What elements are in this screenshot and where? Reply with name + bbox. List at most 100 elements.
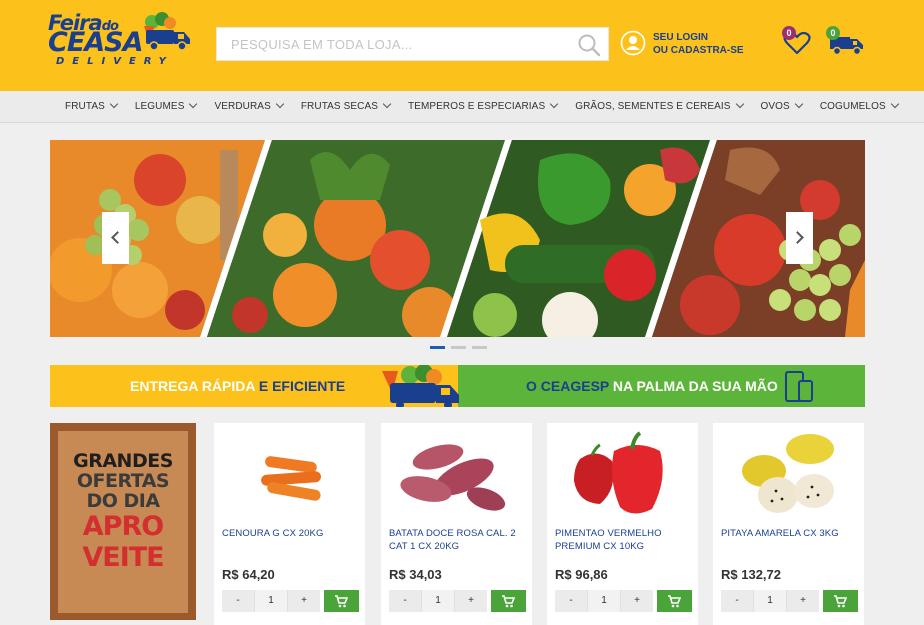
offers-line-grandes: GRANDES <box>73 450 173 472</box>
product-card[interactable]: PITAYA AMARELA CX 3KG R$ 132,72 - 1 + <box>713 423 864 625</box>
product-price: R$ 132,72 <box>721 567 781 582</box>
quantity-field[interactable]: 1 <box>753 590 787 612</box>
search-icon[interactable] <box>576 32 602 58</box>
decrease-quantity-button[interactable]: - <box>222 590 254 612</box>
nav-label: OVOS <box>760 101 790 112</box>
search-input[interactable] <box>217 28 567 60</box>
chevron-down-icon <box>549 99 559 109</box>
quantity-stepper: - 1 + <box>222 590 324 612</box>
user-icon <box>620 30 646 56</box>
product-name[interactable]: PITAYA AMARELA CX 3KG <box>721 527 861 540</box>
nav-item-verduras[interactable]: VERDURAS <box>205 91 291 123</box>
nav-label: COGUMELOS <box>819 101 886 112</box>
promo-right-text: O CEAGESP NA PALMA DA SUA MÃO <box>526 378 778 394</box>
hero-produce-image <box>50 140 865 337</box>
login-link[interactable]: SEU LOGIN OU CADASTRA-SE <box>620 29 750 59</box>
product-card[interactable]: BATATA DOCE ROSA CAL. 2 CAT 1 CX 20KG R$… <box>381 423 532 625</box>
cart-icon <box>668 595 681 608</box>
login-line2: OU CADASTRA-SE <box>653 45 744 56</box>
nav-item-temperos[interactable]: TEMPEROS E ESPECIARIAS <box>399 91 566 123</box>
quantity-field[interactable]: 1 <box>587 590 621 612</box>
promo-text-ceagesp: O CEAGESP <box>526 378 609 394</box>
login-text: SEU LOGIN OU CADASTRA-SE <box>653 31 744 57</box>
nav-label: GRÃOS, SEMENTES E CEREAIS <box>575 101 731 112</box>
product-image-sweet-potato <box>400 444 506 511</box>
cart-icon <box>834 595 847 608</box>
chevron-down-icon <box>275 99 285 109</box>
carousel-indicators <box>430 346 487 350</box>
increase-quantity-button[interactable]: + <box>621 590 653 612</box>
nav-item-graos[interactable]: GRÃOS, SEMENTES E CEREAIS <box>566 91 751 123</box>
product-name[interactable]: BATATA DOCE ROSA CAL. 2 CAT 1 CX 20KG <box>389 527 529 553</box>
quantity-stepper: - 1 + <box>721 590 823 612</box>
nav-label: VERDURAS <box>214 101 271 112</box>
decrease-quantity-button[interactable]: - <box>721 590 753 612</box>
site-header: Feirado CEASA DELIVERY SEU LOGIN <box>0 0 924 91</box>
nav-item-legumes[interactable]: LEGUMES <box>126 91 206 123</box>
chevron-down-icon <box>109 99 119 109</box>
product-price: R$ 64,20 <box>222 567 275 582</box>
daily-offers-banner[interactable]: GRANDES OFERTAS DO DIA APRO VEITE <box>50 423 196 620</box>
decrease-quantity-button[interactable]: - <box>555 590 587 612</box>
brand-logo[interactable]: Feirado CEASA DELIVERY <box>48 12 198 68</box>
nav-item-frutas[interactable]: FRUTAS <box>56 91 126 123</box>
offers-text: GRANDES OFERTAS DO DIA APRO VEITE <box>50 451 196 573</box>
product-card[interactable]: PIMENTAO VERMELHO PREMIUM CX 10KG R$ 96,… <box>547 423 698 625</box>
favorites-button[interactable]: 0 <box>782 26 812 56</box>
decrease-quantity-button[interactable]: - <box>389 590 421 612</box>
chevron-left-icon <box>111 231 124 244</box>
product-price: R$ 34,03 <box>389 567 442 582</box>
offers-line-dodia: DO DIA <box>86 490 160 512</box>
carousel-dot-3[interactable] <box>472 346 487 349</box>
add-to-cart-button[interactable] <box>324 590 359 612</box>
product-image-yellow-pitaya <box>742 434 834 513</box>
promo-text-palm: NA PALMA DA SUA MÃO <box>612 378 778 394</box>
product-name[interactable]: PIMENTAO VERMELHO PREMIUM CX 10KG <box>555 527 695 553</box>
logo-truck-icon <box>144 12 190 51</box>
carousel-prev-button[interactable] <box>102 212 129 264</box>
nav-item-frutas-secas[interactable]: FRUTAS SECAS <box>292 91 399 123</box>
quantity-stepper: - 1 + <box>555 590 657 612</box>
nav-item-cogumelos[interactable]: COGUMELOS <box>811 91 907 123</box>
chevron-down-icon <box>189 99 198 109</box>
chevron-down-icon <box>890 99 899 109</box>
chevron-right-icon <box>791 231 804 244</box>
quantity-stepper: - 1 + <box>389 590 491 612</box>
category-nav: FRUTAS LEGUMES VERDURAS FRUTAS SECAS TEM… <box>0 91 924 123</box>
add-to-cart-button[interactable] <box>823 590 858 612</box>
offers-line-veite: VEITE <box>82 542 164 573</box>
product-price: R$ 96,86 <box>555 567 608 582</box>
product-name[interactable]: CENOURA G CX 20KG <box>222 527 362 540</box>
chevron-down-icon <box>735 99 744 109</box>
nav-label: FRUTAS SECAS <box>300 101 378 112</box>
nav-label: FRUTAS <box>65 101 105 112</box>
carousel-dot-1[interactable] <box>430 346 445 349</box>
login-line1: SEU LOGIN <box>653 32 709 43</box>
nav-label: TEMPEROS E ESPECIARIAS <box>407 101 546 112</box>
product-card[interactable]: CENOURA G CX 20KG R$ 64,20 - 1 + <box>214 423 365 625</box>
mobile-phone-icon <box>785 371 813 402</box>
cart-icon <box>502 595 515 608</box>
carousel-next-button[interactable] <box>786 212 813 264</box>
quantity-field[interactable]: 1 <box>421 590 455 612</box>
offers-line-ofertas: OFERTAS <box>76 470 170 492</box>
cart-count-badge: 0 <box>826 26 840 40</box>
quantity-field[interactable]: 1 <box>254 590 288 612</box>
favorites-count-badge: 0 <box>782 26 796 40</box>
increase-quantity-button[interactable]: + <box>288 590 320 612</box>
nav-label: LEGUMES <box>134 101 185 112</box>
add-to-cart-button[interactable] <box>491 590 526 612</box>
offers-line-apro: APRO <box>82 511 164 542</box>
product-image-red-pepper <box>574 431 663 514</box>
promo-text-efficient: E EFICIENTE <box>258 378 346 394</box>
promo-banner[interactable]: ENTREGA RÁPIDA E EFICIENTE O CEAGESP NA … <box>50 365 865 407</box>
promo-text-fast: ENTREGA RÁPIDA <box>130 378 255 394</box>
cart-icon <box>335 595 348 608</box>
add-to-cart-button[interactable] <box>657 590 692 612</box>
carousel-dot-2[interactable] <box>451 346 466 349</box>
increase-quantity-button[interactable]: + <box>787 590 819 612</box>
nav-item-ovos[interactable]: OVOS <box>752 91 811 123</box>
increase-quantity-button[interactable]: + <box>455 590 487 612</box>
cart-button[interactable]: 0 <box>826 26 866 56</box>
hero-carousel[interactable] <box>50 140 865 337</box>
